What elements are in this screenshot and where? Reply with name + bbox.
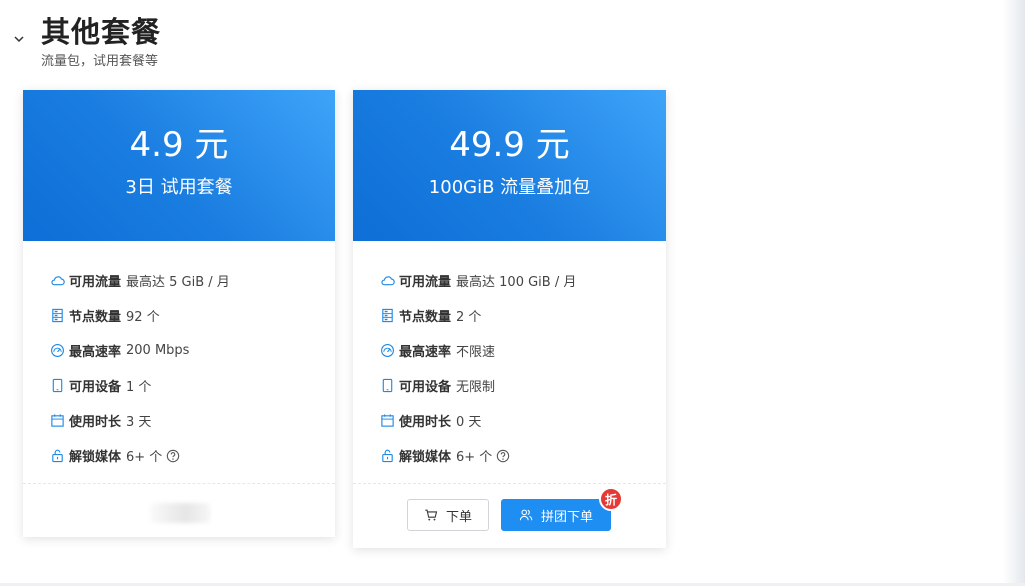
feature-label: 可用设备 [69,380,122,395]
section-title: 其他套餐 [41,15,162,49]
group-order-button[interactable]: 拼团下单 [501,499,611,531]
feature-devices: 可用设备 无限制 [380,368,666,403]
section-subtitle: 流量包，试用套餐等 [41,54,159,69]
feature-list: 可用流量 最高达 5 GiB / 月 节点数量 92 个 最高速率 200 Mb… [23,241,335,473]
calendar-icon [50,413,65,428]
plan-price: 4.9 元 [129,125,229,165]
feature-value: 6+ 个 [126,450,163,465]
feature-label: 解锁媒体 [69,450,122,465]
server-icon [380,308,395,323]
feature-nodes: 节点数量 2 个 [380,298,666,333]
feature-list: 可用流量 最高达 100 GiB / 月 节点数量 2 个 最高速率 不限速 可… [353,241,666,473]
plan-card-header: 4.9 元 3日 试用套餐 [23,90,335,241]
plan-price: 49.9 元 [449,125,570,165]
feature-label: 使用时长 [399,415,452,430]
cloud-icon [50,273,65,288]
feature-value: 0 天 [456,415,482,430]
help-circle-icon[interactable] [166,449,180,463]
tablet-icon [50,378,65,393]
feature-value: 2 个 [456,310,482,325]
plan-card-traffic-addon: 49.9 元 100GiB 流量叠加包 可用流量 最高达 100 GiB / 月… [353,90,666,548]
tablet-icon [380,378,395,393]
feature-value: 不限速 [456,345,496,360]
unlock-icon [380,448,395,463]
feature-label: 可用设备 [399,380,452,395]
speedometer-icon [50,343,65,358]
feature-value: 92 个 [126,310,160,325]
feature-duration: 使用时长 3 天 [50,403,335,438]
server-icon [50,308,65,323]
card-footer: 下单 拼团下单 折 [353,483,666,548]
group-order-button-label: 拼团下单 [540,509,593,525]
feature-speed: 最高速率 不限速 [380,333,666,368]
calendar-icon [380,413,395,428]
feature-value: 无限制 [456,380,496,395]
feature-label: 使用时长 [69,415,122,430]
unlock-icon [50,448,65,463]
feature-value: 最高达 5 GiB / 月 [126,275,230,290]
plan-name: 3日 试用套餐 [125,177,233,198]
discount-badge: 折 [599,487,623,511]
feature-label: 节点数量 [69,310,122,325]
feature-label: 最高速率 [399,345,452,360]
feature-label: 最高速率 [69,345,122,360]
order-button[interactable]: 下单 [407,499,489,531]
speedometer-icon [380,343,395,358]
cart-icon [425,509,438,521]
feature-traffic: 可用流量 最高达 100 GiB / 月 [380,263,666,298]
feature-duration: 使用时长 0 天 [380,403,666,438]
card-footer [23,483,335,537]
scroll-shadow [1003,0,1025,586]
blurred-content [150,503,210,523]
users-icon [519,509,533,521]
order-button-label: 下单 [445,509,472,525]
page: 其他套餐 流量包，试用套餐等 4.9 元 3日 试用套餐 可用流量 最高达 5 … [0,0,1025,586]
feature-value: 最高达 100 GiB / 月 [456,275,577,290]
feature-media: 解锁媒体 6+ 个 [50,438,335,473]
feature-value: 200 Mbps [126,343,190,358]
help-circle-icon[interactable] [496,449,510,463]
feature-value: 1 个 [126,380,152,395]
feature-traffic: 可用流量 最高达 5 GiB / 月 [50,263,335,298]
feature-value: 6+ 个 [456,450,493,465]
cloud-icon [380,273,395,288]
plan-card-trial: 4.9 元 3日 试用套餐 可用流量 最高达 5 GiB / 月 节点数量 92… [23,90,335,537]
feature-speed: 最高速率 200 Mbps [50,333,335,368]
plan-name: 100GiB 流量叠加包 [428,177,591,198]
chevron-down-icon[interactable] [12,32,26,46]
feature-label: 节点数量 [399,310,452,325]
feature-label: 解锁媒体 [399,450,452,465]
feature-label: 可用流量 [399,275,452,290]
feature-media: 解锁媒体 6+ 个 [380,438,666,473]
plan-card-header: 49.9 元 100GiB 流量叠加包 [353,90,666,241]
feature-nodes: 节点数量 92 个 [50,298,335,333]
feature-devices: 可用设备 1 个 [50,368,335,403]
feature-label: 可用流量 [69,275,122,290]
feature-value: 3 天 [126,415,152,430]
